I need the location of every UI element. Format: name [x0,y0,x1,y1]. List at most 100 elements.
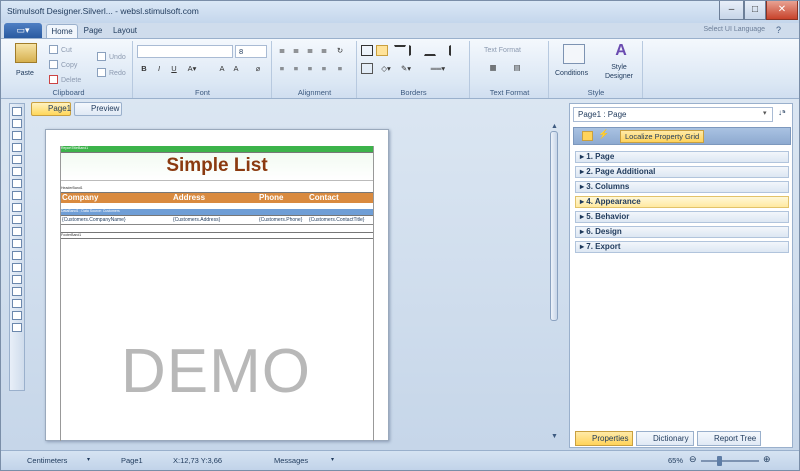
font-name-combo[interactable] [137,45,233,58]
maximize-button[interactable]: □ [744,1,766,20]
border-bottom-icon[interactable] [424,45,436,56]
line-icon[interactable] [12,311,22,320]
undo-button[interactable]: Undo [97,52,126,61]
tab-properties[interactable]: Properties [575,431,633,446]
border-right-icon[interactable] [439,45,451,56]
report-title[interactable]: Simple List [61,153,373,181]
font-color-icon[interactable]: A▾ [186,63,198,74]
tab-page1[interactable]: Page1 [31,102,71,116]
messages-button[interactable]: Messages [274,456,308,465]
align-top-icon[interactable]: ≣ [276,45,288,56]
align-bottom-icon[interactable]: ≣ [304,45,316,56]
style-designer-button[interactable]: Style Designer [603,63,635,81]
format-icon[interactable]: ▦ [487,62,499,73]
pan-icon[interactable] [12,119,22,128]
category-page[interactable]: ▸ 1. Page [575,151,789,163]
localize-property-grid-button[interactable]: Localize Property Grid [620,130,705,143]
category-export[interactable]: ▸ 7. Export [575,241,789,253]
align-center-icon[interactable]: ≡ [290,63,302,74]
panel-icon[interactable] [12,227,22,236]
conditions-button[interactable]: Conditions [555,70,588,77]
shadow-icon[interactable] [361,63,373,74]
border-none-icon[interactable] [376,45,388,56]
align-middle-icon[interactable]: ≣ [290,45,302,56]
pointer-icon[interactable] [12,107,22,116]
shrink-font-icon[interactable]: A [230,63,242,74]
border-left-icon[interactable] [409,45,421,56]
field-contact[interactable]: {Customers.ContactTitle} [309,216,364,225]
chart-icon[interactable] [12,299,22,308]
units-chevron-icon[interactable]: ▾ [87,456,90,463]
crosstab-icon[interactable] [12,287,22,296]
band3-icon[interactable] [12,155,22,164]
tab-report-tree[interactable]: Report Tree [697,431,761,446]
scroll-down-icon[interactable]: ▼ [551,433,558,440]
field-phone[interactable]: {Customers.Phone} [259,216,302,225]
language-selector[interactable]: Select UI Language [704,26,766,33]
categorized-icon[interactable] [582,131,593,141]
category-design[interactable]: ▸ 6. Design [575,226,789,238]
tab-home[interactable]: Home [46,24,78,39]
checkbox-icon[interactable] [12,251,22,260]
tab-dictionary[interactable]: Dictionary [636,431,694,446]
border-top-icon[interactable] [394,45,406,56]
cut-button[interactable]: Cut [49,45,72,54]
word-wrap-icon[interactable]: ≣ [318,45,330,56]
border-color-icon[interactable]: ✎▾ [400,63,412,74]
field-company[interactable]: {Customers.CompanyName} [62,216,126,225]
band2-icon[interactable] [12,143,22,152]
tab-preview[interactable]: Preview [74,102,122,116]
scroll-up-icon[interactable]: ▲ [551,123,558,130]
align-left-icon[interactable]: ≡ [276,63,288,74]
font-size-combo[interactable]: 8 [235,45,267,58]
zoom-in-icon[interactable]: ⊕ [763,454,771,465]
messages-chevron-icon[interactable]: ▾ [331,456,334,463]
bold-button[interactable]: B [138,63,150,74]
subreport-icon[interactable] [12,263,22,272]
close-button[interactable]: ✕ [766,1,798,20]
copy-button[interactable]: Copy [49,60,77,69]
help-icon[interactable]: ? [776,25,781,35]
barcode-icon[interactable] [12,203,22,212]
justify-icon[interactable]: ≡ [318,63,330,74]
fill-color-icon[interactable]: ◇▾ [380,63,392,74]
band-icon[interactable] [12,131,22,140]
border-style-icon[interactable]: ══▾ [424,63,452,74]
border-all-icon[interactable] [361,45,373,56]
rectangle-icon[interactable] [12,323,22,332]
units-selector[interactable]: Centimeters [27,456,67,465]
component-selector[interactable]: Page1 : Page [573,107,773,122]
category-appearance[interactable]: ▸ 4. Appearance [575,196,789,208]
zoom-slider[interactable] [701,460,759,462]
clone-icon[interactable] [12,239,22,248]
table-icon[interactable] [12,275,22,284]
sort-az-icon[interactable]: ↓⁵ [778,108,786,117]
tab-page[interactable]: Page [80,24,106,39]
underline-button[interactable]: U [168,63,180,74]
header-band-header[interactable]: HeaderBand1 [61,186,373,193]
text-icon[interactable] [12,167,22,176]
category-page-additional[interactable]: ▸ 2. Page Additional [575,166,789,178]
rotate-icon[interactable]: ↻ [334,45,346,56]
redo-button[interactable]: Redo [97,68,126,77]
category-behavior[interactable]: ▸ 5. Behavior [575,211,789,223]
align-right-icon[interactable]: ≡ [304,63,316,74]
delete-button[interactable]: Delete [49,75,81,84]
image-icon[interactable] [12,191,22,200]
data-band-header[interactable]: DataBand1 ; Data Source: Customers [61,209,373,216]
app-menu-button[interactable]: ▭▾ [4,23,42,38]
clear-format-icon[interactable]: ⌀ [252,63,264,74]
footer-band-header[interactable]: FooterBand1 [61,232,373,239]
column-contact[interactable]: Contact [309,193,339,203]
report-title-band-header[interactable]: ReportTitleBand1 [61,146,373,153]
zoom-out-icon[interactable]: ⊖ [689,454,697,465]
format-options-icon[interactable]: ▤ [511,62,523,73]
zoom-slider-thumb[interactable] [717,456,722,466]
minimize-button[interactable]: – [719,1,744,20]
tab-layout[interactable]: Layout [109,24,141,39]
chevron-down-icon[interactable]: ▾ [763,109,767,117]
category-columns[interactable]: ▸ 3. Columns [575,181,789,193]
shape-icon[interactable] [12,215,22,224]
event-icon[interactable]: ⚡ [598,129,609,140]
field-address[interactable]: {Customers.Address} [173,216,220,225]
